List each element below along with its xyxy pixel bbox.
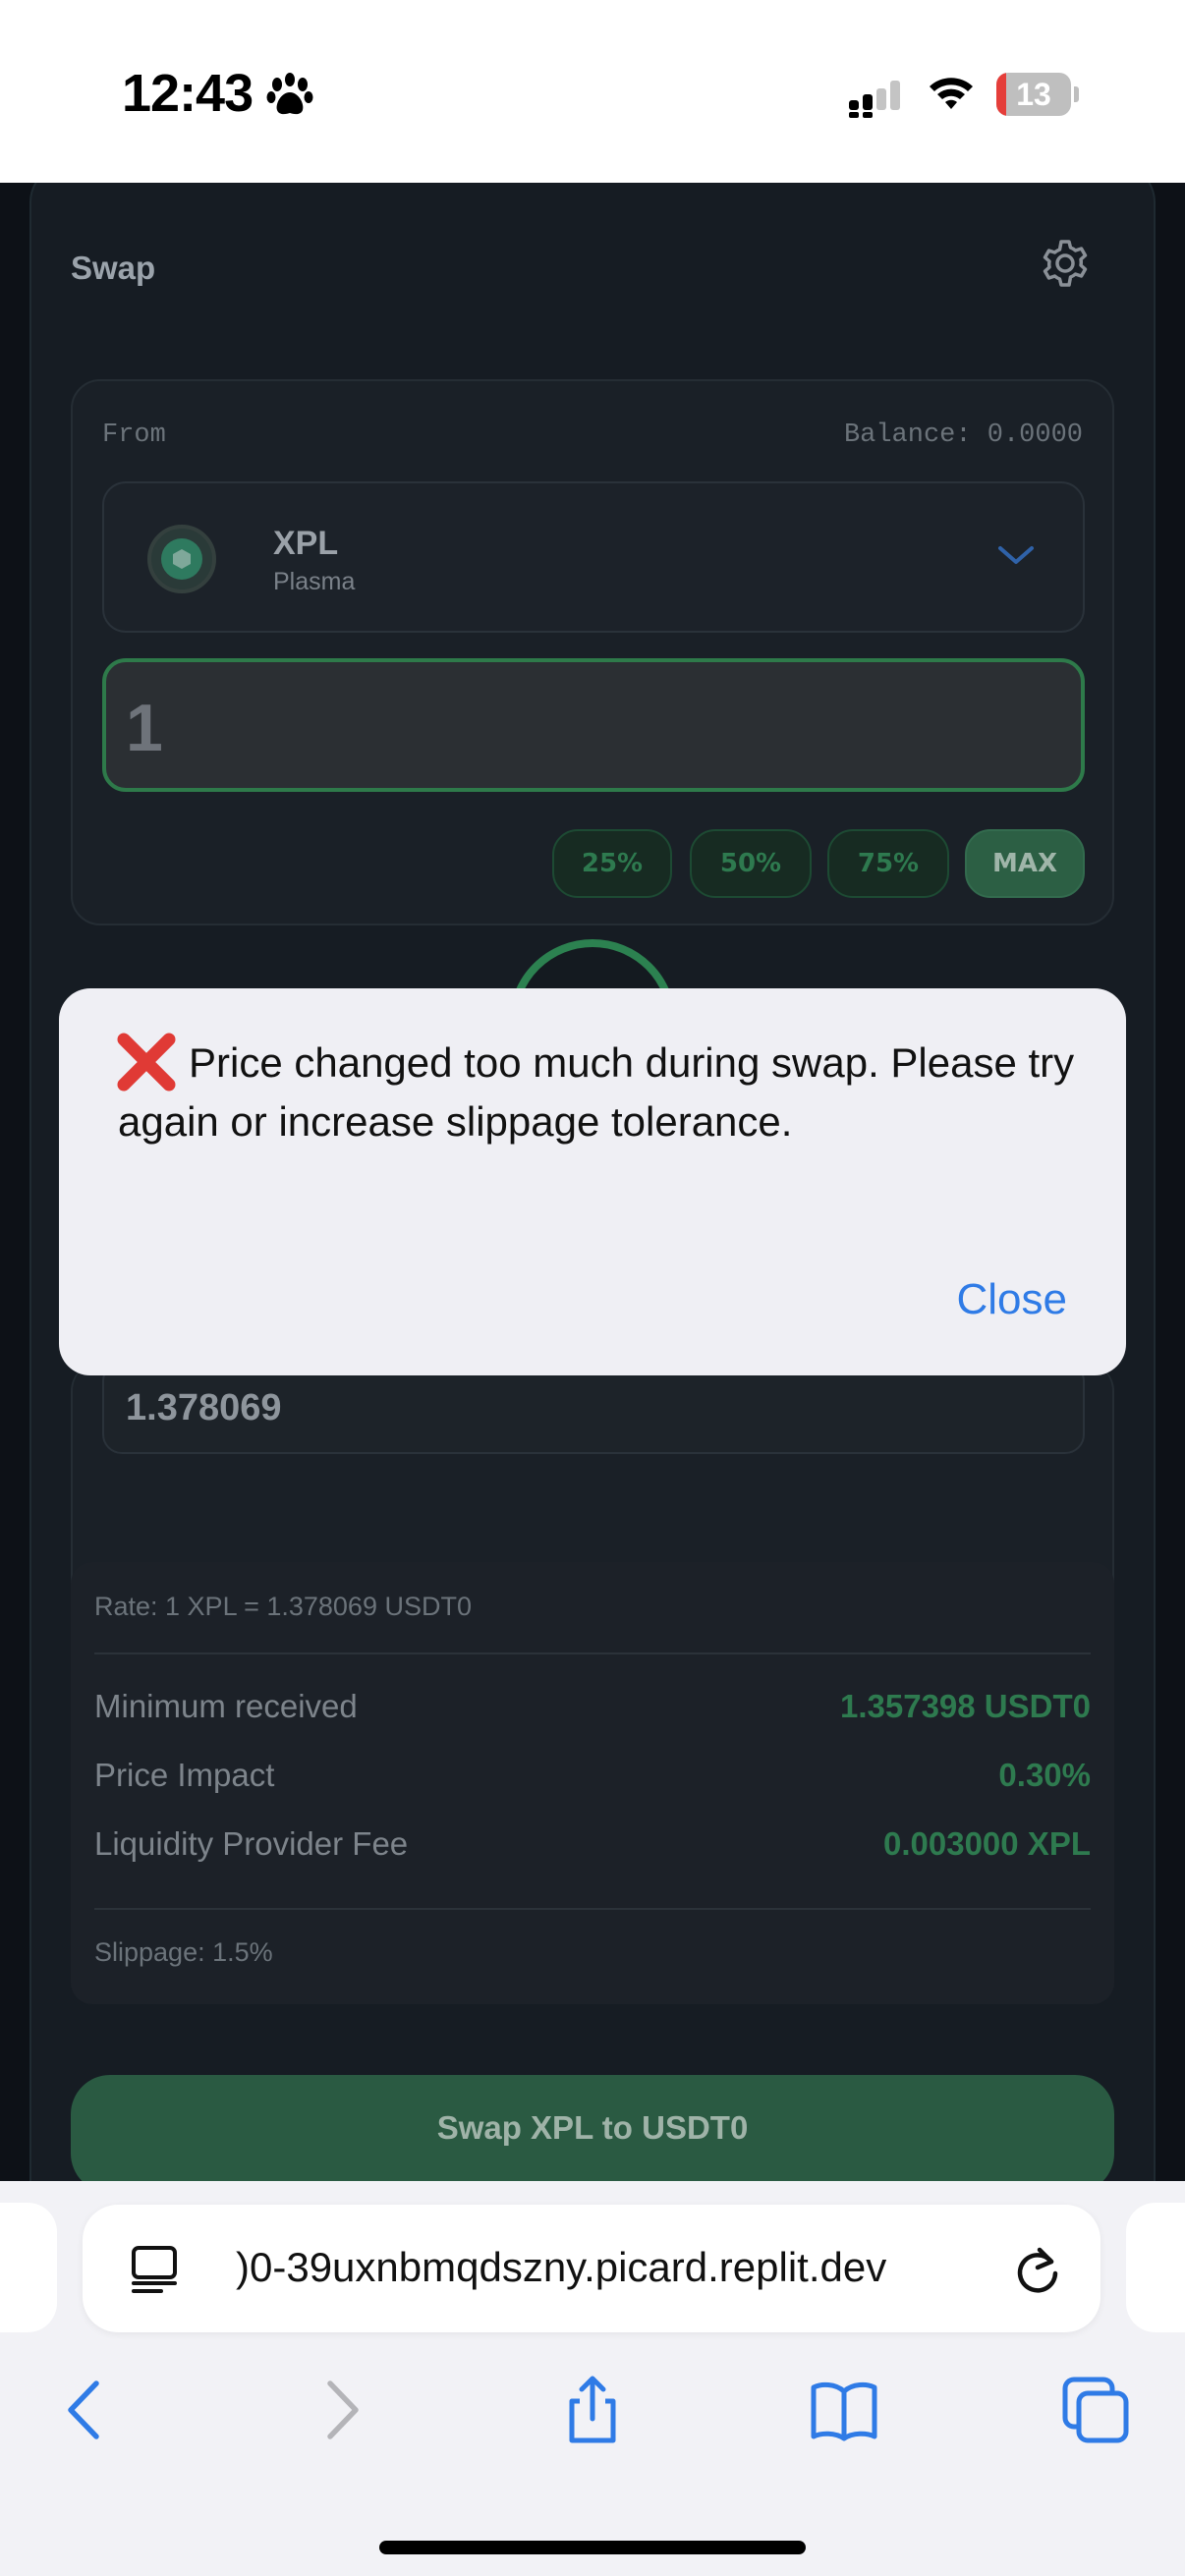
alert-dialog: Price changed too much during swap. Plea… (59, 988, 1126, 1375)
browser-toolbar: )0-39uxnbmqdszny.picard.replit.dev (0, 2181, 1185, 2576)
alert-message-text: Price changed too much during swap. Plea… (118, 1039, 1075, 1145)
back-icon[interactable] (51, 2376, 120, 2444)
token-name: Plasma (273, 568, 356, 595)
swap-details: Rate: 1 XPL = 1.378069 USDT0 Minimum rec… (71, 1562, 1114, 2004)
battery-percent: 13 (1016, 77, 1051, 112)
from-label: From (102, 420, 166, 450)
from-panel: From Balance: 0.0000 XPL Plasma 1 25% 50… (71, 379, 1114, 925)
percent-50-button[interactable]: 50% (690, 829, 812, 898)
token-symbol: XPL (273, 525, 339, 562)
url-text: )0-39uxnbmqdszny.picard.replit.dev (236, 2244, 887, 2290)
token-selector[interactable]: XPL Plasma (102, 481, 1085, 633)
slippage-label: Slippage: 1.5% (94, 1937, 273, 1967)
swap-button[interactable]: Swap XPL to USDT0 (71, 2075, 1114, 2181)
close-button[interactable]: Close (957, 1275, 1068, 1324)
chevron-down-icon (998, 546, 1034, 564)
status-bar: 12:43 13 (0, 0, 1185, 183)
paw-icon (266, 73, 313, 115)
clock: 12:43 (122, 64, 254, 123)
cellular-signal-icon (849, 81, 900, 118)
previous-tab-preview[interactable] (0, 2203, 57, 2332)
divider (94, 1652, 1091, 1654)
wifi-icon (930, 78, 973, 109)
share-icon[interactable] (558, 2376, 627, 2444)
next-tab-preview[interactable] (1126, 2203, 1185, 2332)
reload-icon[interactable] (1012, 2242, 1063, 2297)
detail-value: 0.30% (998, 1757, 1091, 1793)
forward-icon[interactable] (307, 2376, 375, 2444)
to-amount-field: 1.378069 (102, 1362, 1085, 1454)
detail-row-lp-fee: Liquidity Provider Fee 0.003000 XPL (94, 1825, 1091, 1875)
tabs-icon[interactable] (1061, 2376, 1130, 2444)
to-amount: 1.378069 (126, 1387, 282, 1428)
percent-25-button[interactable]: 25% (552, 829, 672, 898)
detail-label: Minimum received (94, 1688, 358, 1724)
battery-indicator: 13 (996, 73, 1079, 116)
gear-icon[interactable] (1040, 238, 1091, 289)
home-indicator (379, 2541, 806, 2554)
max-button[interactable]: MAX (965, 829, 1085, 898)
detail-row-minimum-received: Minimum received 1.357398 USDT0 (94, 1688, 1091, 1737)
amount-value: 1 (126, 691, 163, 765)
bookmarks-icon[interactable] (810, 2376, 878, 2444)
alert-message: Price changed too much during swap. Plea… (118, 1034, 1081, 1151)
detail-label: Liquidity Provider Fee (94, 1825, 409, 1862)
detail-label: Price Impact (94, 1757, 275, 1793)
plasma-token-icon (147, 525, 216, 593)
swap-title: Swap (71, 250, 156, 286)
exchange-rate: Rate: 1 XPL = 1.378069 USDT0 (94, 1592, 472, 1621)
detail-row-price-impact: Price Impact 0.30% (94, 1757, 1091, 1806)
percent-75-button[interactable]: 75% (827, 829, 949, 898)
detail-value: 1.357398 USDT0 (840, 1688, 1091, 1724)
page-menu-icon[interactable] (130, 2244, 179, 2295)
divider (94, 1908, 1091, 1910)
balance-label: Balance: 0.0000 (843, 420, 1083, 450)
detail-value: 0.003000 XPL (883, 1825, 1091, 1862)
amount-input[interactable]: 1 (102, 658, 1085, 792)
address-bar[interactable]: )0-39uxnbmqdszny.picard.replit.dev (83, 2205, 1100, 2332)
